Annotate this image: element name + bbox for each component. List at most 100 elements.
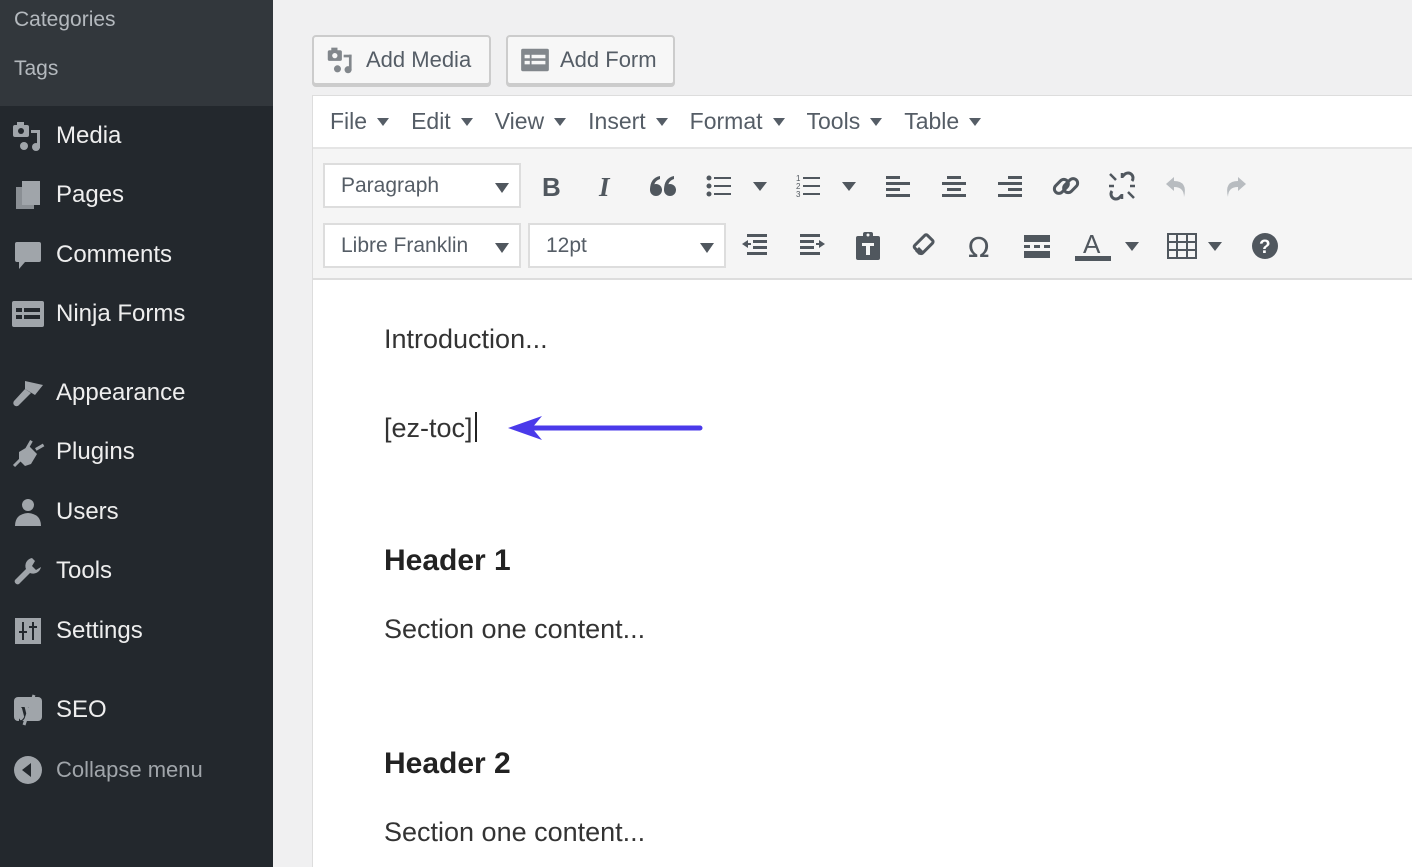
align-center-button[interactable]: [934, 166, 974, 206]
sidebar-item-settings[interactable]: Settings: [0, 606, 273, 656]
sidebar-item-ninja-forms[interactable]: Ninja Forms: [0, 289, 273, 339]
undo-icon: [1166, 177, 1185, 197]
menu-edit[interactable]: Edit: [411, 108, 473, 135]
plug-icon: [8, 434, 48, 470]
numbered-list-button[interactable]: 123: [789, 166, 829, 206]
paste-as-text-button[interactable]: [848, 226, 888, 266]
wrench-icon: [8, 553, 48, 589]
menu-view[interactable]: View: [495, 108, 567, 135]
help-icon: ?: [1252, 233, 1278, 259]
menu-table[interactable]: Table: [904, 108, 982, 135]
menu-file[interactable]: File: [330, 108, 390, 135]
sidebar-item-tools[interactable]: Tools: [0, 546, 273, 596]
caret-down-icon: [495, 183, 509, 193]
undo-button[interactable]: [1158, 166, 1198, 206]
blockquote-button[interactable]: [643, 166, 683, 206]
sidebar-item-label: Pages: [56, 181, 125, 208]
caret-down-icon: [554, 117, 567, 126]
sidebar-item-label: Appearance: [56, 379, 186, 406]
outdent-icon: [742, 234, 767, 255]
toc-shortcode-paragraph[interactable]: [ez-toc]: [384, 412, 477, 444]
block-format-select[interactable]: Paragraph: [323, 163, 521, 208]
help-button[interactable]: ?: [1245, 226, 1285, 266]
intro-paragraph[interactable]: Introduction...: [384, 324, 548, 355]
bullet-list-dropdown[interactable]: [752, 176, 768, 196]
insert-link-button[interactable]: [1046, 166, 1086, 206]
table-icon: [1167, 233, 1197, 259]
omega-icon: Ω: [968, 232, 989, 260]
sidebar-item-seo[interactable]: y SEO: [0, 685, 273, 735]
read-more-button[interactable]: [1017, 226, 1057, 266]
add-form-label: Add Form: [560, 47, 657, 72]
collapse-menu-button[interactable]: Collapse menu: [0, 745, 273, 795]
sidebar-item-label: Plugins: [56, 438, 135, 465]
remove-link-button[interactable]: [1102, 166, 1142, 206]
sidebar-item-pages[interactable]: Pages: [0, 170, 273, 220]
clipboard-text-icon: [856, 232, 880, 260]
bold-button[interactable]: B: [531, 166, 571, 206]
section-2-paragraph[interactable]: Section one content...: [384, 817, 645, 848]
add-media-button[interactable]: Add Media: [312, 35, 491, 85]
text-color-button[interactable]: A: [1073, 226, 1113, 266]
redo-button[interactable]: [1214, 166, 1254, 206]
sidebar-item-label: Collapse menu: [56, 757, 203, 782]
annotation-arrow-icon: [508, 416, 703, 440]
media-icon: [8, 118, 48, 154]
submenu-item-categories[interactable]: Categories: [0, 4, 273, 53]
pages-icon: [8, 177, 48, 213]
text-color-icon: A: [1075, 230, 1111, 261]
align-left-button[interactable]: [878, 166, 918, 206]
redo-icon: [1227, 177, 1246, 197]
menu-tools[interactable]: Tools: [807, 108, 883, 135]
numbered-list-dropdown[interactable]: [841, 176, 857, 196]
section-1-paragraph[interactable]: Section one content...: [384, 614, 645, 645]
table-button[interactable]: [1162, 226, 1202, 266]
special-character-button[interactable]: Ω: [961, 226, 1001, 266]
table-dropdown[interactable]: [1207, 236, 1223, 256]
svg-text:B: B: [542, 173, 561, 199]
sidebar-item-appearance[interactable]: Appearance: [0, 368, 273, 418]
bullet-list-button[interactable]: [699, 166, 739, 206]
link-icon: [1052, 177, 1080, 195]
block-format-value: Paragraph: [341, 173, 440, 197]
text-color-dropdown[interactable]: [1124, 236, 1140, 256]
sidebar-item-plugins[interactable]: Plugins: [0, 427, 273, 477]
menu-format[interactable]: Format: [690, 108, 785, 135]
yoast-icon: y: [8, 692, 48, 728]
sidebar-item-label: Media: [56, 122, 122, 149]
forms-icon: [8, 296, 48, 332]
italic-button[interactable]: I: [587, 166, 627, 206]
add-form-button[interactable]: Add Form: [506, 35, 675, 85]
posts-submenu: Categories Tags: [0, 0, 273, 106]
heading-1[interactable]: Header 1: [384, 544, 511, 578]
heading-2[interactable]: Header 2: [384, 747, 511, 781]
italic-icon: I: [598, 173, 611, 199]
outdent-button[interactable]: [735, 226, 775, 266]
editor-toolbar: Paragraph B I 123 Libre Franklin 12pt Ω …: [313, 149, 1412, 280]
sidebar-item-users[interactable]: Users: [0, 487, 273, 537]
indent-button[interactable]: [792, 226, 832, 266]
submenu-item-tags[interactable]: Tags: [0, 53, 273, 102]
menu-label: File: [330, 108, 368, 134]
numbered-list-icon: 123: [796, 174, 820, 199]
menu-label: Table: [904, 108, 960, 134]
clear-formatting-button[interactable]: [904, 226, 944, 266]
menu-label: Insert: [588, 108, 646, 134]
add-media-label: Add Media: [366, 47, 472, 72]
sidebar-item-label: Tools: [56, 557, 113, 584]
svg-text:?: ?: [1259, 237, 1271, 258]
editor-menubar: File Edit View Insert Format Tools Table: [313, 96, 1412, 149]
sidebar-item-media[interactable]: Media: [0, 111, 273, 161]
font-family-select[interactable]: Libre Franklin: [323, 223, 521, 268]
align-right-button[interactable]: [990, 166, 1030, 206]
menu-insert[interactable]: Insert: [588, 108, 668, 135]
sidebar-item-label: SEO: [56, 696, 107, 723]
sidebar-item-comments[interactable]: Comments: [0, 230, 273, 280]
menu-label: Edit: [411, 108, 451, 134]
toc-shortcode: [ez-toc]: [384, 413, 473, 443]
font-size-select[interactable]: 12pt: [528, 223, 726, 268]
bold-icon: B: [542, 173, 561, 199]
comments-icon: [8, 237, 48, 273]
font-size-value: 12pt: [546, 233, 587, 257]
collapse-icon: [8, 752, 48, 788]
